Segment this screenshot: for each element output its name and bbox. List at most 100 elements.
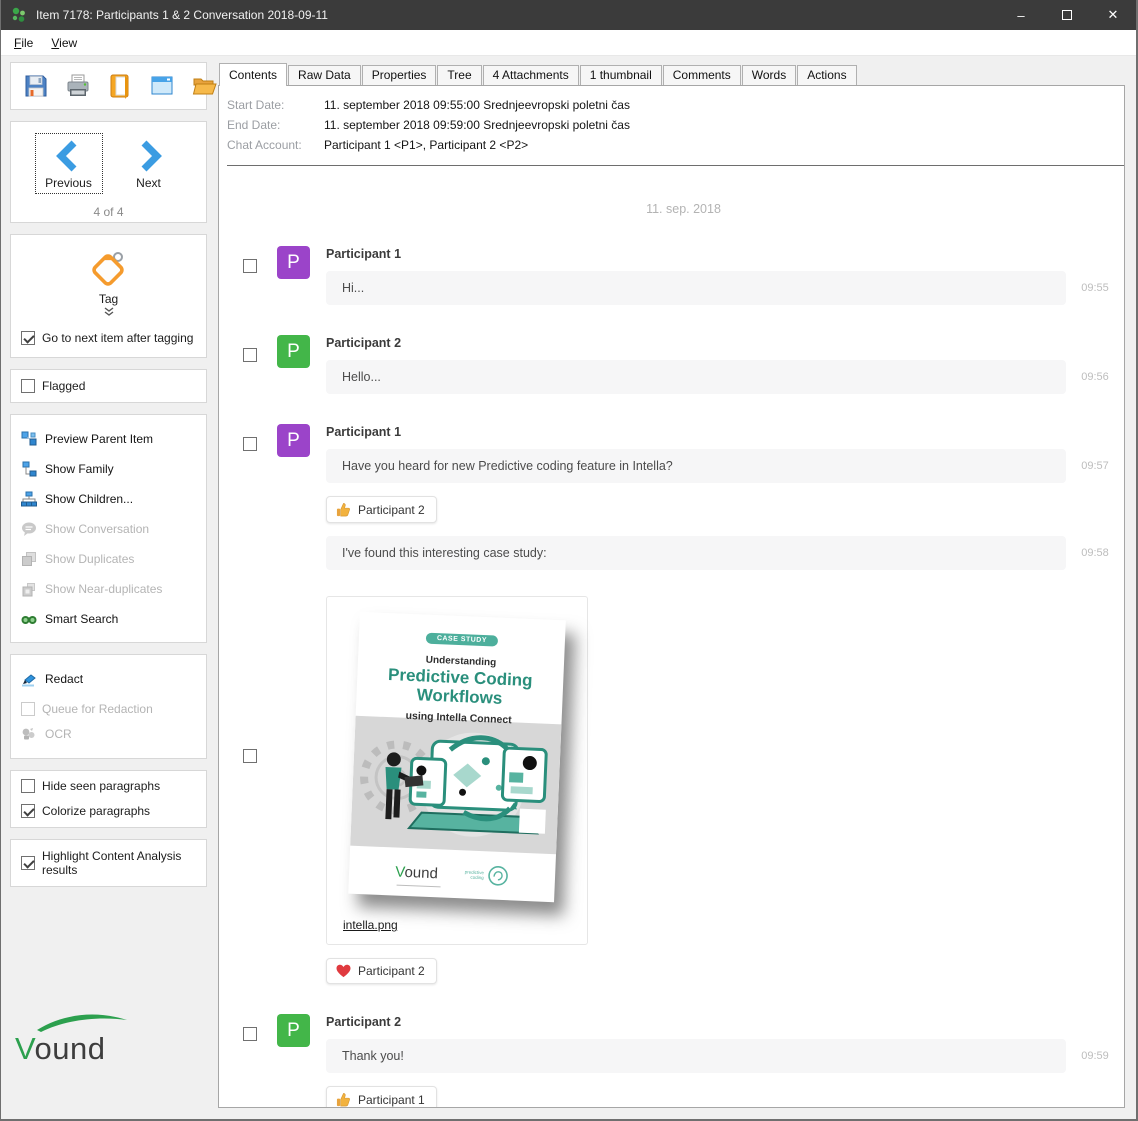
start-date-label: Start Date: <box>227 98 324 112</box>
message-checkbox[interactable] <box>243 1027 257 1041</box>
save-button[interactable] <box>23 73 49 100</box>
ocr-icon <box>21 726 37 742</box>
flagged-checkbox[interactable] <box>21 379 35 393</box>
tab-properties[interactable]: Properties <box>362 65 437 85</box>
tab-raw-data[interactable]: Raw Data <box>288 65 361 85</box>
vound-v: V <box>15 1031 34 1066</box>
main-panel: Contents Raw Data Properties Tree 4 Atta… <box>218 62 1125 1108</box>
message-bubble: I've found this interesting case study: <box>326 536 1066 570</box>
window-title: Item 7178: Participants 1 & 2 Conversati… <box>36 8 328 22</box>
go-next-after-tagging-label: Go to next item after tagging <box>42 331 193 345</box>
paragraph-options-box: Hide seen paragraphs Colorize paragraphs <box>10 770 207 828</box>
close-button[interactable]: ✕ <box>1090 0 1136 30</box>
print-icon <box>65 73 91 99</box>
open-folder-button[interactable] <box>191 73 217 100</box>
start-date-value: 11. september 2018 09:55:00 Srednjeevrop… <box>324 98 630 112</box>
message-author: Participant 2 <box>326 1015 1124 1029</box>
avatar: P <box>277 335 310 368</box>
smart-search[interactable]: Smart Search <box>11 604 206 634</box>
highlight-content-analysis-checkbox[interactable] <box>21 856 35 870</box>
attachment-checkbox[interactable] <box>243 749 257 763</box>
thumbs-up-icon <box>336 502 351 517</box>
message-bubble: Have you heard for new Predictive coding… <box>326 449 1066 483</box>
case-study-cover: CASE STUDY Understanding Predictive Codi… <box>348 612 566 902</box>
marker-icon <box>21 671 37 687</box>
preview-window-icon <box>149 73 175 99</box>
message-checkbox[interactable] <box>243 259 257 273</box>
show-family[interactable]: Show Family <box>11 454 206 484</box>
show-near-duplicates: Show Near-duplicates <box>11 574 206 604</box>
message-author: Participant 1 <box>326 425 1124 439</box>
family-tree-icon <box>21 461 37 477</box>
previous-button[interactable]: Previous <box>36 134 102 193</box>
flagged-box: Flagged <box>10 369 207 403</box>
message-checkbox[interactable] <box>243 437 257 451</box>
message-time: 09:57 <box>1066 460 1124 472</box>
message-bubble: Hello... <box>326 360 1066 394</box>
tab-thumbnail[interactable]: 1 thumbnail <box>580 65 662 85</box>
menu-view[interactable]: View <box>42 32 86 54</box>
menu-file[interactable]: File <box>5 32 42 54</box>
message-time: 09:55 <box>1066 282 1124 294</box>
show-conversation: Show Conversation <box>11 514 206 544</box>
preview-window-button[interactable] <box>149 73 175 100</box>
chevron-right-icon <box>131 138 167 174</box>
next-button[interactable]: Next <box>116 134 182 193</box>
app-icon <box>10 6 28 24</box>
maximize-button[interactable] <box>1044 0 1090 30</box>
toolbar <box>10 62 207 110</box>
print-button[interactable] <box>65 73 91 100</box>
chat-area: 11. sep. 2018 P Participant 1 Hi... 09:5… <box>219 202 1124 1108</box>
item-position: 4 of 4 <box>11 205 206 219</box>
flagged-label: Flagged <box>42 379 85 393</box>
hide-seen-paragraphs-label: Hide seen paragraphs <box>42 779 160 793</box>
menu-bar: File View <box>1 30 1136 56</box>
near-duplicates-icon <box>21 581 37 597</box>
tab-comments[interactable]: Comments <box>663 65 741 85</box>
message-author: Participant 1 <box>326 247 1124 261</box>
open-folder-icon <box>191 73 217 99</box>
tab-tree[interactable]: Tree <box>437 65 481 85</box>
export-button[interactable] <box>107 73 133 100</box>
hide-seen-paragraphs-checkbox[interactable] <box>21 779 35 793</box>
tag-label: Tag <box>99 292 118 306</box>
message-time: 09:56 <box>1066 371 1124 383</box>
title-bar: Item 7178: Participants 1 & 2 Conversati… <box>1 0 1136 30</box>
reaction-chip: Participant 1 <box>326 1086 437 1108</box>
tab-contents[interactable]: Contents <box>219 63 287 86</box>
avatar: P <box>277 1014 310 1047</box>
children-tree-icon <box>21 491 37 507</box>
maximize-icon <box>1062 10 1072 20</box>
chat-account-value: Participant 1 <P1>, Participant 2 <P2> <box>324 138 528 152</box>
export-icon <box>107 73 133 99</box>
attachment-card[interactable]: CASE STUDY Understanding Predictive Codi… <box>326 596 588 945</box>
attachment-filename-link[interactable]: intella.png <box>343 918 398 932</box>
heart-icon <box>336 964 351 978</box>
show-children[interactable]: Show Children... <box>11 484 206 514</box>
queue-for-redaction-label: Queue for Redaction <box>42 702 153 716</box>
message-row: P Participant 2 Thank you! 09:59 Partici… <box>243 1014 1124 1108</box>
reaction-chip: Participant 2 <box>326 958 437 984</box>
redact-box: Redact Queue for Redaction OCR <box>10 654 207 759</box>
save-icon <box>23 73 49 99</box>
tab-attachments[interactable]: 4 Attachments <box>483 65 579 85</box>
attachment-row: CASE STUDY Understanding Predictive Codi… <box>243 583 1124 984</box>
reaction-label: Participant 2 <box>358 964 425 978</box>
tag-box: Tag Go to next item after tagging <box>10 234 207 358</box>
avatar: P <box>277 424 310 457</box>
go-next-after-tagging-checkbox[interactable] <box>21 331 35 345</box>
message-checkbox[interactable] <box>243 348 257 362</box>
tab-words[interactable]: Words <box>742 65 796 85</box>
previous-label: Previous <box>45 176 92 190</box>
colorize-paragraphs-checkbox[interactable] <box>21 804 35 818</box>
minimize-button[interactable]: – <box>998 0 1044 30</box>
chat-account-label: Chat Account: <box>227 138 324 152</box>
vound-rest: ound <box>34 1031 105 1066</box>
tab-actions[interactable]: Actions <box>797 65 856 85</box>
preview-parent-item[interactable]: Preview Parent Item <box>11 424 206 454</box>
highlight-box: Highlight Content Analysis results <box>10 839 207 887</box>
redact-button[interactable]: Redact <box>11 664 206 694</box>
message-row: P Participant 1 Hi... 09:55 <box>243 246 1124 305</box>
cover-title: Predictive Coding Workflows <box>356 664 563 711</box>
tag-button[interactable]: Tag <box>87 247 131 317</box>
